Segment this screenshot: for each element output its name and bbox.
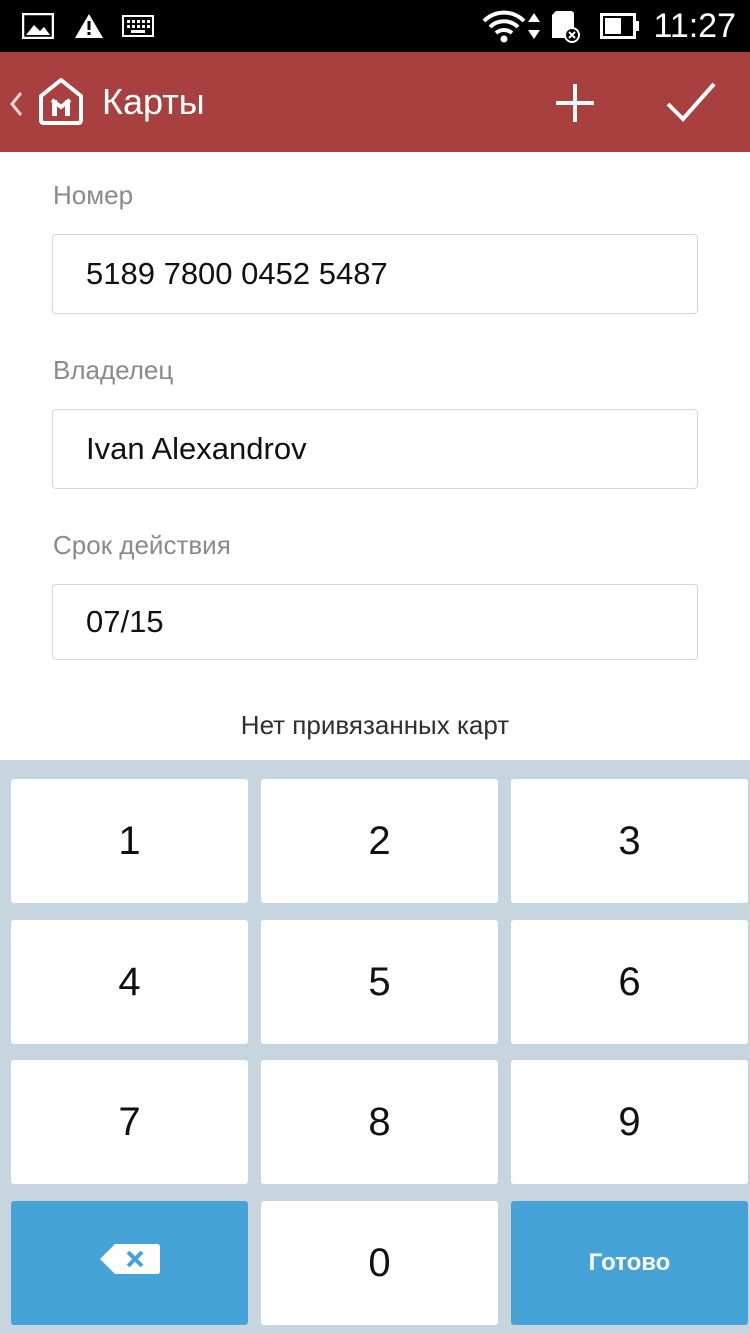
status-time: 11:27 xyxy=(653,7,736,45)
done-button[interactable]: Готово xyxy=(511,1201,748,1325)
battery-icon xyxy=(600,0,640,52)
data-arrows-icon xyxy=(526,0,542,52)
key-4[interactable]: 4 xyxy=(11,920,248,1044)
sdcard-icon xyxy=(548,0,582,52)
expiry-input[interactable]: 07/15 xyxy=(52,584,698,660)
backspace-icon xyxy=(99,1241,161,1286)
add-icon[interactable] xyxy=(552,80,598,126)
numeric-keypad: 1 2 3 4 5 6 7 8 9 0 Готово xyxy=(0,760,750,1333)
card-number-input[interactable]: 5189 7800 0452 5487 xyxy=(52,234,698,314)
checkmark-icon[interactable] xyxy=(664,78,718,128)
app-bar: Карты xyxy=(0,52,750,152)
wifi-icon xyxy=(482,0,526,52)
app-logo-icon[interactable] xyxy=(36,76,86,131)
key-0[interactable]: 0 xyxy=(261,1201,498,1325)
key-3[interactable]: 3 xyxy=(511,779,748,903)
owner-label: Владелец xyxy=(53,355,174,385)
key-9[interactable]: 9 xyxy=(511,1060,748,1184)
key-5[interactable]: 5 xyxy=(261,920,498,1044)
key-1[interactable]: 1 xyxy=(11,779,248,903)
key-2[interactable]: 2 xyxy=(261,779,498,903)
gallery-icon xyxy=(22,0,54,52)
key-6[interactable]: 6 xyxy=(511,920,748,1044)
page-title: Карты xyxy=(102,81,205,122)
expiry-label: Срок действия xyxy=(53,530,231,560)
keyboard-icon xyxy=(122,0,154,52)
back-chevron-icon[interactable] xyxy=(8,90,24,123)
number-label: Номер xyxy=(53,180,134,210)
owner-input[interactable]: Ivan Alexandrov xyxy=(52,409,698,489)
key-8[interactable]: 8 xyxy=(261,1060,498,1184)
empty-cards-message: Нет привязанных карт xyxy=(240,710,510,740)
backspace-button[interactable] xyxy=(11,1201,248,1325)
status-bar: 11:27 xyxy=(0,0,750,52)
warning-icon xyxy=(74,0,104,52)
key-7[interactable]: 7 xyxy=(11,1060,248,1184)
